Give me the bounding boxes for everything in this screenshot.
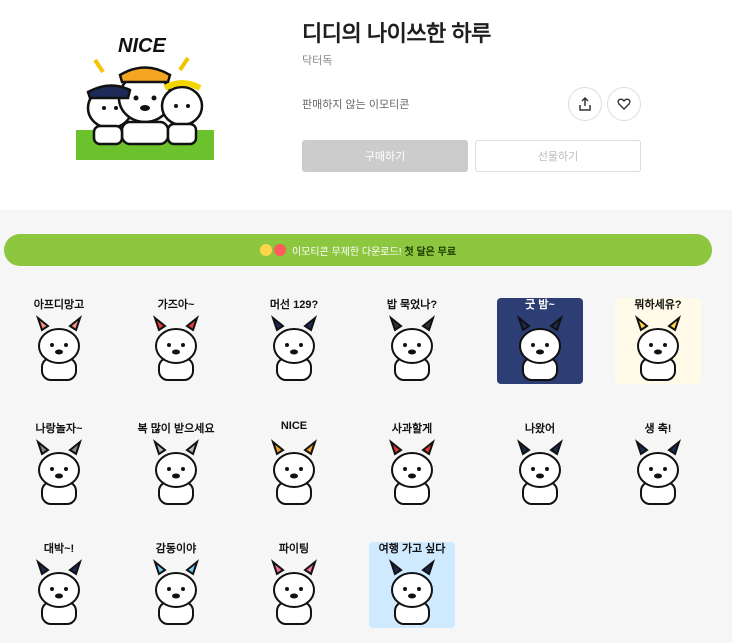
sticker-section: 이모티콘 무제한 다운로드! 첫 달은 무료 아프디망고 가즈아~ 머선 129? 밥…: [0, 210, 732, 643]
heart-icon: [617, 98, 631, 110]
sticker-label: 뭐하세유?: [634, 299, 682, 311]
sticker-item[interactable]: 생 축!: [613, 420, 703, 510]
sticker-label: 머선 129?: [269, 299, 319, 311]
sticker-label: 감동이야: [155, 543, 197, 555]
gift-button[interactable]: 선물하기: [475, 140, 641, 172]
smile-emoji-icon: [259, 244, 272, 256]
sticker-item[interactable]: 나랑놀자~: [14, 420, 104, 510]
banner-text: 이모티콘 무제한 다운로드!: [291, 246, 402, 258]
sale-status: 판매하지 않는 이모티콘: [302, 99, 410, 111]
sticker-item[interactable]: 여행 가고 싶다: [367, 540, 457, 630]
sticker-label: 사과할게: [391, 423, 433, 435]
sticker-item[interactable]: 대박~!: [14, 540, 104, 630]
hero-emoticon-image: NICE: [76, 35, 214, 160]
plus-emoji-icon: [273, 244, 286, 256]
sticker-item[interactable]: 밥 묵었나?: [367, 296, 457, 386]
sticker-image: [270, 439, 318, 505]
product-header: NICE 디디의 나이쓰한 하루 닥터독 판매하지 않는 이모티콘 구매하기 선…: [0, 0, 732, 210]
sticker-item[interactable]: 나왔어: [495, 420, 585, 510]
sticker-item[interactable]: 뭐하세유?: [613, 296, 703, 386]
sticker-item[interactable]: NICE: [249, 420, 339, 510]
sticker-label: 나왔어: [524, 423, 556, 435]
sticker-label: 복 많이 받으세요: [137, 423, 215, 435]
sticker-item[interactable]: 사과할게: [367, 420, 457, 510]
svg-text:NICE: NICE: [118, 35, 166, 57]
product-title: 디디의 나이쓰한 하루: [302, 21, 491, 46]
sticker-label: 밥 묵었나?: [386, 299, 438, 311]
banner-highlight: 첫 달은 무료: [404, 246, 457, 258]
sticker-label: 아프디망고: [33, 299, 85, 311]
sticker-item[interactable]: 굿 밤~: [495, 296, 585, 386]
like-button[interactable]: [607, 87, 641, 121]
sticker-label: 생 축!: [644, 423, 672, 435]
sticker-item[interactable]: 머선 129?: [249, 296, 339, 386]
sticker-label: 파이팅: [278, 543, 310, 555]
share-button[interactable]: [568, 87, 602, 121]
sticker-label: 굿 밤~: [525, 299, 555, 311]
sticker-label: 여행 가고 싶다: [378, 543, 446, 555]
sticker-item[interactable]: 복 많이 받으세요: [131, 420, 221, 510]
buy-button[interactable]: 구매하기: [302, 140, 468, 172]
sticker-label: 가즈아~: [157, 299, 195, 311]
share-icon: [579, 97, 591, 111]
sticker-label: 나랑놀자~: [35, 423, 83, 435]
sticker-item[interactable]: 가즈아~: [131, 296, 221, 386]
sticker-item[interactable]: 파이팅: [249, 540, 339, 630]
author-name[interactable]: 닥터독: [302, 52, 332, 68]
sticker-item[interactable]: 아프디망고: [14, 296, 104, 386]
sticker-label: NICE: [280, 420, 308, 432]
sticker-item[interactable]: 감동이야: [131, 540, 221, 630]
promo-banner[interactable]: 이모티콘 무제한 다운로드! 첫 달은 무료: [4, 234, 712, 266]
sticker-label: 대박~!: [43, 543, 75, 555]
